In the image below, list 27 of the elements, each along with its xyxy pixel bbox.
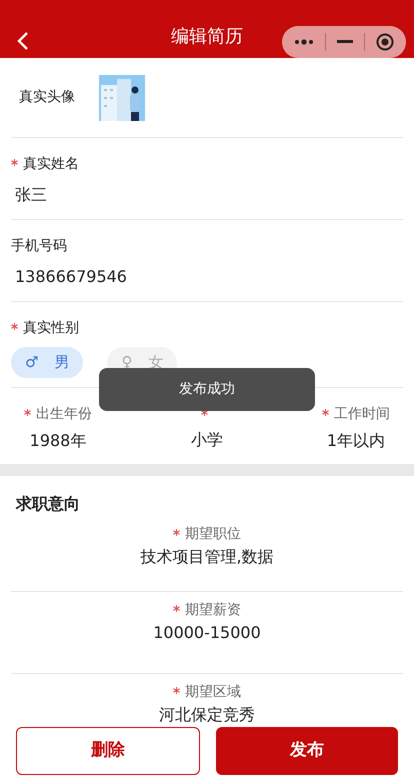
back-icon[interactable] — [17, 31, 29, 51]
field-value: 1988年 — [30, 430, 86, 452]
success-toast: 发布成功 — [99, 368, 315, 411]
close-icon[interactable] — [376, 33, 394, 51]
field-value: 河北保定竞秀 — [159, 704, 255, 726]
field-label: 手机号码 — [11, 237, 67, 256]
section-title: 求职意向 — [16, 493, 81, 515]
field-label: 真实姓名 — [23, 155, 79, 174]
field-label: 期望薪资 — [185, 601, 241, 620]
field-value: 1年以内 — [326, 430, 386, 452]
field-value: 10000-15000 — [153, 622, 261, 644]
page-title: 编辑简历 — [171, 25, 243, 49]
delete-button[interactable]: 删除 — [16, 727, 200, 775]
field-value: 小学 — [191, 429, 223, 451]
publish-button[interactable]: 发布 — [216, 727, 398, 775]
field-label: 真实头像 — [19, 88, 75, 107]
minimize-icon[interactable] — [336, 40, 353, 44]
field-label: 期望职位 — [185, 525, 241, 544]
field-label: 期望区域 — [185, 683, 241, 702]
field-label: 工作时间 — [334, 405, 390, 424]
more-icon[interactable] — [294, 39, 314, 45]
field-label: 出生年份 — [36, 405, 92, 424]
gender-option[interactable]: ♂ 男 — [11, 347, 84, 378]
field-value: 张三 — [15, 184, 48, 206]
field-value: 技术项目管理,数据 — [140, 546, 274, 568]
field-value: 13866679546 — [15, 266, 128, 288]
field-label: 真实性别 — [23, 319, 79, 338]
